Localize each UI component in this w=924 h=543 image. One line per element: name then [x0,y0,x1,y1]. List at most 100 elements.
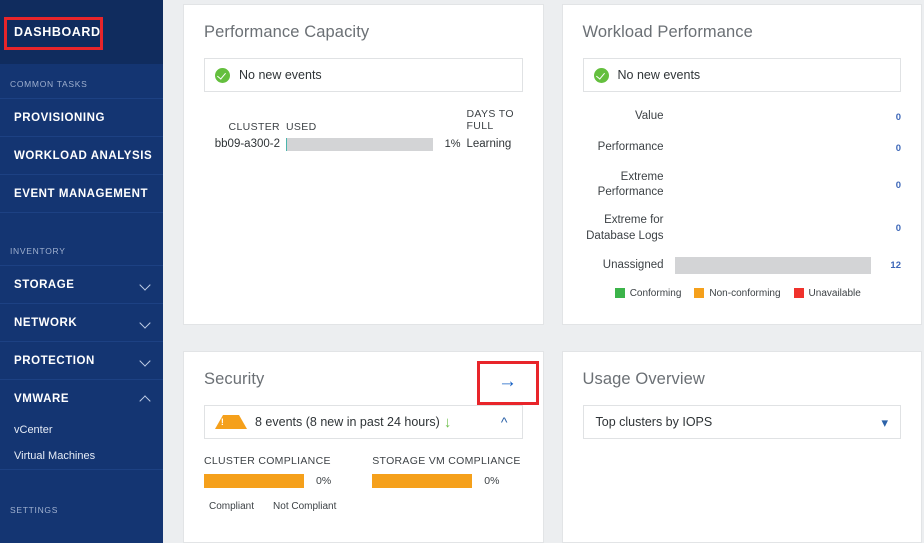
sidebar-item-provisioning-label: PROVISIONING [14,111,105,124]
workload-row-bar [674,257,871,275]
sidebar-heading-inventory: INVENTORY [10,246,66,256]
workload-row-label: Extreme Performance [583,170,675,200]
usage-overview-selector[interactable]: Top clusters by IOPS ▾ [582,405,901,439]
sidebar-item-dashboard[interactable]: DASHBOARD [0,0,163,64]
workload-row-value-label: 0 [895,142,901,154]
warning-triangle-icon [215,415,247,429]
sidebar-item-event-management[interactable]: EVENT MANAGEMENT [0,174,163,212]
legend-swatch-non-conforming [694,288,705,299]
cluster-compliance-bar [204,474,304,488]
sidebar-item-virtual-machines[interactable]: Virtual Machines [0,443,163,469]
workload-row-value-label: 0 [895,179,901,191]
workload-row-label-line2: Performance [597,186,664,199]
sidebar-item-provisioning[interactable]: PROVISIONING [0,98,163,136]
workload-row-label: Value [634,110,664,123]
chevron-down-icon [140,355,151,366]
table-row[interactable]: bb09-a300-2 1% Learning [204,137,523,151]
workload-row-label-line2: Database Logs [586,229,664,242]
workload-row-label-line1: Extreme [620,171,664,183]
sidebar-item-event-management-label: EVENT MANAGEMENT [14,187,149,200]
cluster-compliance-title: CLUSTER COMPLIANCE [204,455,331,467]
storage-vm-compliance-bar-row[interactable]: 0% [372,474,522,488]
card-usage-overview: Usage Overview Top clusters by IOPS ▾ [561,351,922,543]
sidebar-item-vmware-label: VMWARE [14,392,70,405]
sidebar-item-virtual-machines-label: Virtual Machines [14,450,96,462]
check-circle-icon [215,67,230,83]
sidebar-divider [0,212,163,231]
card-performance-capacity: Performance Capacity No new events CLUST… [183,4,544,325]
storage-vm-compliance-bar [372,474,473,488]
chevron-up-icon [140,393,151,404]
security-status-banner[interactable]: 8 events (8 new in past 24 hours) ↓ ^ [204,405,523,439]
performance-capacity-status-banner[interactable]: No new events [204,58,523,92]
workload-performance-status-banner[interactable]: No new events [582,58,901,92]
storage-vm-compliance-column: STORAGE VM COMPLIANCE 0% [372,455,522,488]
workload-row-unassigned[interactable]: Unassigned 12 [583,257,901,275]
sidebar: DASHBOARD COMMON TASKS PROVISIONING WORK… [0,0,163,543]
column-header-days-to-full: DAYS TO FULL [467,108,523,133]
sidebar-item-protection-label: PROTECTION [14,354,95,367]
cluster-compliance-column: CLUSTER COMPLIANCE 0% [204,455,354,488]
column-header-used: USED [286,120,317,133]
sidebar-item-network-label: NETWORK [14,316,78,329]
workload-row-value-label: 0 [895,223,901,235]
chevron-down-icon: ▾ [881,414,888,430]
arrow-down-icon: ↓ [443,413,452,431]
performance-capacity-table-header: CLUSTER USED DAYS TO FULL [204,108,523,133]
used-bar-wrap: 1% [286,137,467,151]
workload-row-extreme-database-logs[interactable]: Extreme for Database Logs 0 [583,213,901,243]
cluster-name: bb09-a300-2 [214,138,280,151]
workload-row-bar [675,140,872,157]
workload-row-label: Unassigned [602,259,664,272]
sidebar-item-vmware[interactable]: VMWARE [0,379,163,417]
workload-row-value[interactable]: Value 0 [583,108,901,126]
sidebar-item-storage[interactable]: STORAGE [0,265,163,303]
workload-row-bar [675,220,872,237]
legend-swatch-unavailable [793,288,804,299]
security-legend: Compliant Not Compliant [204,501,523,512]
cluster-compliance-percent: 0% [316,475,332,487]
used-bar-fill [286,137,288,151]
performance-capacity-title: Performance Capacity [204,23,370,41]
storage-vm-compliance-percent: 0% [484,475,500,487]
card-security: Security → 8 events (8 new in past 24 ho… [183,351,544,543]
security-compliance-section: CLUSTER COMPLIANCE 0% STORAGE VM COMPLIA… [204,455,523,488]
legend-label-conforming: Conforming [629,287,682,299]
workload-row-bar [675,177,872,194]
sidebar-item-protection[interactable]: PROTECTION [0,341,163,379]
used-percent-label: 1% [444,138,461,151]
sidebar-item-vcenter[interactable]: vCenter [0,417,163,443]
workload-row-value-label: 0 [895,111,901,123]
sidebar-item-vcenter-label: vCenter [14,424,53,436]
sidebar-heading-common-tasks: COMMON TASKS [10,79,88,89]
sidebar-item-workload-analysis[interactable]: WORKLOAD ANALYSIS [0,136,163,174]
legend-item-conforming: Conforming [614,287,682,299]
column-header-days-to-full-line1: DAYS TO [466,108,514,120]
check-circle-icon [593,67,609,83]
workload-row-label: Extreme for Database Logs [583,213,675,243]
arrow-right-icon: → [498,370,517,392]
security-detail-arrow-button[interactable]: → [493,370,523,392]
legend-label-not-compliant: Not Compliant [273,501,337,512]
sidebar-divider [0,469,163,490]
workload-row-performance[interactable]: Performance 0 [583,139,901,157]
workload-performance-status-text: No new events [617,68,701,82]
legend-swatch-conforming [614,288,625,299]
chevron-up-icon[interactable]: ^ [501,415,508,429]
legend-item-unavailable: Unavailable [793,287,861,299]
workload-row-extreme-performance[interactable]: Extreme Performance 0 [583,170,901,200]
sidebar-heading-settings: SETTINGS [10,505,59,515]
cluster-compliance-bar-row[interactable]: 0% [204,474,354,488]
sidebar-item-network[interactable]: NETWORK [0,303,163,341]
workload-performance-legend: Conforming Non-conforming Unavailable [583,288,902,299]
legend-label-unavailable: Unavailable [808,287,861,299]
workload-performance-title: Workload Performance [582,23,753,41]
security-card-header: Security → [204,370,523,405]
card-workload-performance: Workload Performance No new events Value… [561,4,922,325]
usage-overview-title: Usage Overview [582,370,705,388]
used-bar [286,137,433,151]
sidebar-item-dashboard-label: DASHBOARD [14,25,101,39]
usage-overview-selected-value: Top clusters by IOPS [595,415,713,429]
sidebar-item-storage-label: STORAGE [14,278,75,291]
performance-capacity-status-text: No new events [239,68,322,82]
